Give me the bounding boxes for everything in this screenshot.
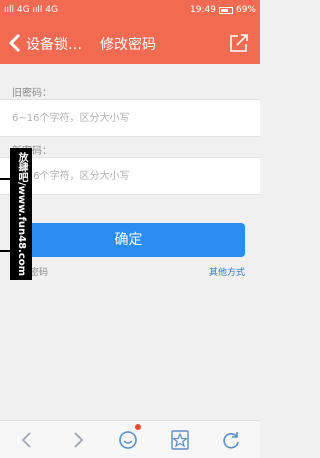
back-chevron-icon[interactable] bbox=[6, 32, 24, 54]
confirm-button[interactable]: 确定 bbox=[12, 223, 245, 257]
page-title: 修改密码 bbox=[100, 37, 156, 53]
notification-dot bbox=[135, 424, 141, 430]
form-content: 旧密码： 新密码： 确定 显示密码 其他方式 bbox=[0, 64, 260, 420]
status-bar: ııll 4G ııll 4G 19:49 69% bbox=[0, 0, 260, 22]
back-arrow-icon[interactable] bbox=[16, 429, 38, 451]
old-password-input[interactable] bbox=[0, 100, 260, 136]
watermark-tick bbox=[0, 250, 10, 252]
clock: 19:49 bbox=[190, 5, 216, 15]
battery-level: 69% bbox=[235, 5, 256, 15]
watermark-stamp: 放肆吧/www.fun48.com bbox=[10, 148, 32, 280]
forward-arrow-icon[interactable] bbox=[67, 429, 89, 451]
browser-toolbar bbox=[0, 420, 260, 458]
new-password-row bbox=[0, 157, 260, 195]
other-methods-link[interactable]: 其他方式 bbox=[209, 265, 245, 278]
chat-icon[interactable] bbox=[117, 429, 139, 451]
back-button[interactable]: 设备锁… bbox=[26, 34, 82, 54]
refresh-icon[interactable] bbox=[220, 429, 242, 451]
old-password-row bbox=[0, 99, 260, 137]
bookmark-star-icon[interactable] bbox=[169, 429, 191, 451]
new-password-input[interactable] bbox=[0, 158, 260, 194]
status-right: 19:49 69% bbox=[190, 5, 256, 15]
battery-icon bbox=[218, 6, 233, 14]
signal-indicators: ııll 4G ııll 4G bbox=[4, 5, 58, 15]
nav-bar: 设备锁… 修改密码 bbox=[0, 22, 260, 64]
old-password-label: 旧密码： bbox=[12, 88, 52, 99]
share-icon[interactable] bbox=[228, 32, 250, 54]
watermark-tick bbox=[0, 178, 10, 180]
